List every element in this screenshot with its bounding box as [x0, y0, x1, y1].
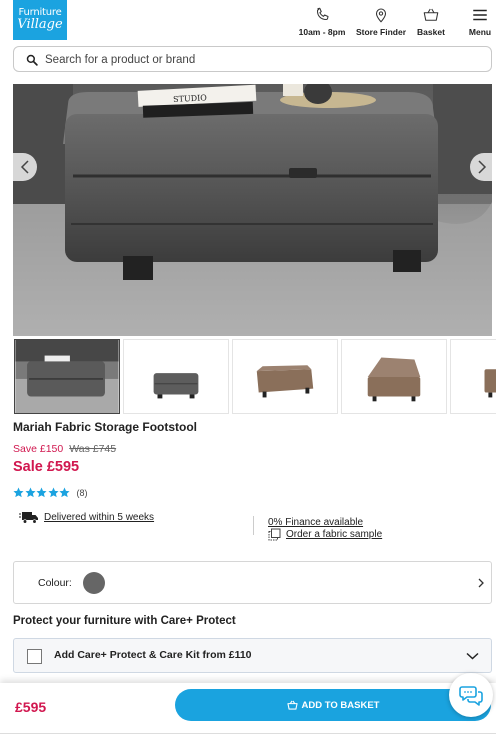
colour-selector[interactable]: Colour:	[13, 561, 492, 604]
rating-count: (8)	[76, 487, 88, 498]
search-input[interactable]	[45, 51, 465, 68]
store-finder-link[interactable]: Store Finder	[354, 6, 408, 37]
phone-icon	[316, 7, 329, 21]
menu-label: Menu	[468, 27, 492, 37]
product-rating[interactable]: (8)	[13, 487, 88, 498]
delivery-info[interactable]: Delivered within 5 weeks	[19, 511, 154, 524]
add-to-basket-label: ADD TO BASKET	[301, 699, 380, 711]
footstool-photo: STUDIO	[13, 84, 492, 336]
live-chat-button[interactable]	[449, 673, 493, 717]
thumbnail-strip	[13, 339, 496, 415]
price-savings: Save £150 Was £745	[13, 443, 116, 455]
opening-hours-label: 10am - 8pm	[298, 27, 346, 37]
delivery-truck-icon	[19, 512, 38, 524]
logo-text-line2: Village	[17, 17, 63, 32]
site-header: Furniture Village 10am - 8pm Store Finde…	[0, 0, 496, 44]
colour-label: Colour:	[38, 577, 72, 589]
menu-button[interactable]: Menu	[465, 6, 495, 37]
star-icon	[47, 487, 59, 498]
basket-icon	[286, 700, 298, 710]
chevron-right-icon	[478, 578, 484, 588]
thumbnail-image	[15, 340, 119, 413]
opening-hours-link[interactable]: 10am - 8pm	[297, 6, 347, 37]
product-main-image[interactable]: STUDIO	[13, 84, 492, 336]
thumbnail-image	[451, 340, 496, 413]
sale-price: Sale £595	[13, 459, 80, 475]
sticky-purchase-bar: £595 ADD TO BASKET	[0, 683, 496, 740]
thumbnail-4[interactable]	[341, 339, 447, 414]
care-protect-label: Add Care+ Protect & Care Kit from £110	[54, 649, 252, 661]
thumbnail-image	[233, 340, 337, 413]
protect-heading: Protect your furniture with Care+ Protec…	[13, 615, 236, 627]
care-protect-checkbox[interactable]	[27, 649, 42, 664]
sticky-price: £595	[15, 699, 47, 715]
finance-link[interactable]: 0% Finance available	[268, 517, 363, 528]
delivery-link[interactable]: Delivered within 5 weeks	[44, 512, 154, 523]
star-icon	[36, 487, 47, 498]
basket-link[interactable]: Basket	[412, 6, 450, 37]
carousel-next-button[interactable]	[470, 153, 494, 181]
was-price: Was £745	[69, 443, 117, 455]
furniture-village-logo[interactable]: Furniture Village	[13, 0, 67, 40]
chevron-down-icon[interactable]	[466, 652, 479, 660]
thumbnail-3[interactable]	[232, 339, 338, 414]
colour-swatch[interactable]	[83, 572, 105, 594]
basket-icon	[423, 8, 439, 21]
save-amount: Save £150	[13, 443, 64, 455]
basket-label: Basket	[417, 27, 445, 37]
bottom-edge	[0, 733, 496, 740]
thumbnail-1[interactable]	[14, 339, 120, 414]
product-title: Mariah Fabric Storage Footstool	[13, 420, 198, 434]
location-pin-icon	[375, 8, 387, 23]
search-icon	[26, 54, 38, 66]
fabric-sample-info[interactable]: Order a fabric sample	[268, 528, 382, 541]
rating-stars	[13, 487, 71, 498]
fabric-swatch-icon	[268, 528, 281, 541]
store-finder-label: Store Finder	[355, 27, 407, 37]
search-bar[interactable]	[13, 46, 492, 72]
star-icon	[59, 487, 70, 498]
info-divider	[253, 516, 254, 535]
book-spine-text: STUDIO	[173, 93, 208, 104]
hamburger-menu-icon	[473, 9, 487, 21]
thumbnail-5[interactable]	[450, 339, 496, 414]
thumbnail-image	[124, 340, 228, 413]
add-to-basket-button[interactable]: ADD TO BASKET	[175, 689, 491, 721]
chevron-left-icon	[20, 160, 29, 174]
chat-bubbles-icon	[459, 686, 483, 706]
thumbnail-image	[342, 340, 446, 413]
chevron-right-icon	[478, 160, 487, 174]
star-icon	[13, 487, 24, 498]
fabric-sample-link[interactable]: Order a fabric sample	[286, 529, 382, 540]
thumbnail-2[interactable]	[123, 339, 229, 414]
star-icon	[24, 487, 36, 498]
care-protect-option[interactable]: Add Care+ Protect & Care Kit from £110	[13, 638, 492, 673]
